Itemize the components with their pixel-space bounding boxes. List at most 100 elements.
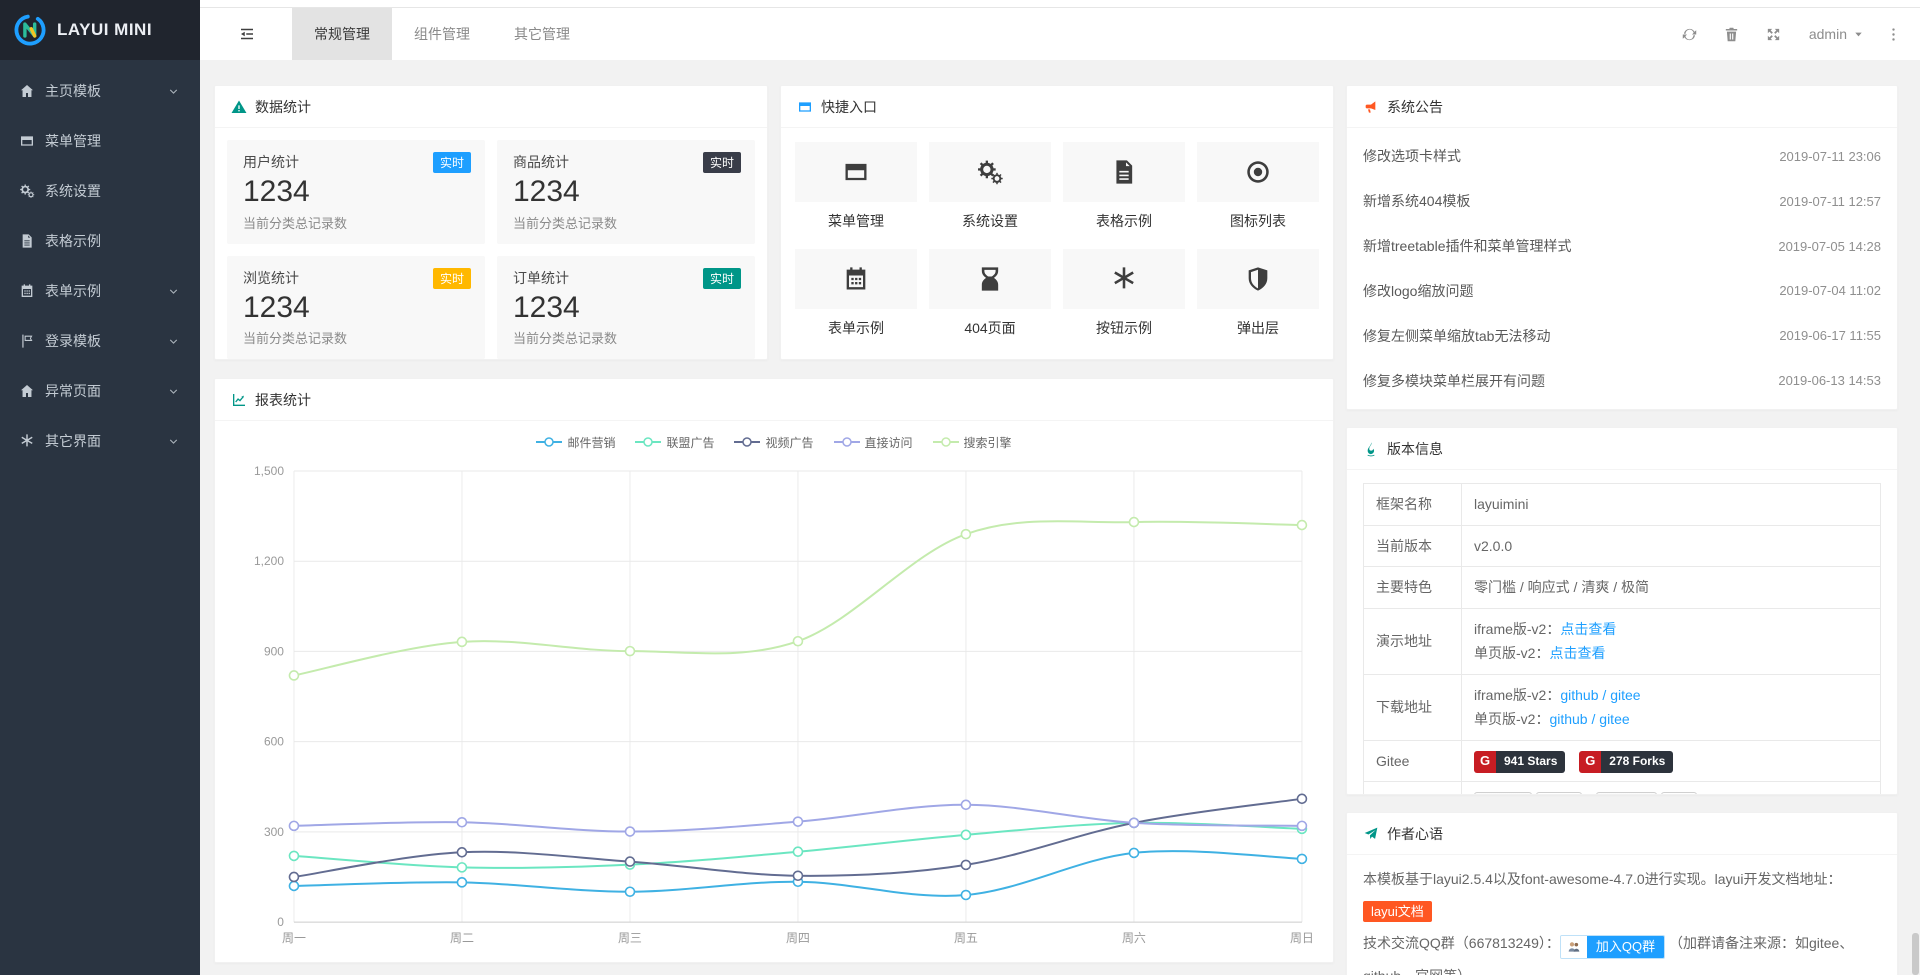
quick-item-1[interactable]: 系统设置 [929,142,1051,231]
download-github-link-1[interactable]: github [1560,687,1598,703]
sidebar-item-4[interactable]: 表单示例 [0,266,200,316]
caret-down-icon [1853,29,1864,40]
stat-value: 1234 [513,173,739,211]
legend-marker [734,436,760,448]
quick-item-6[interactable]: 按钮示例 [1063,249,1185,338]
quick-item-4[interactable]: 表单示例 [795,249,917,338]
sidebar-item-2[interactable]: 系统设置 [0,166,200,216]
qq-group-icon [1561,936,1587,958]
table-row: Gitee G941 Stars G278 Forks [1364,740,1881,782]
dot-circle-icon [1244,158,1272,186]
download-gitee-link-2[interactable]: gitee [1599,711,1629,727]
notice-row-3[interactable]: 修改logo缩放问题2019-07-04 11:02 [1363,281,1881,301]
trash-button[interactable] [1711,26,1753,43]
gitee-icon: G [1474,751,1496,773]
stats-panel-header: 数据统计 [215,86,767,128]
demo-line1-prefix: iframe版-v2： [1474,621,1560,637]
github-fork-count[interactable]: 440 [1661,792,1697,795]
notice-list: 修改选项卡样式2019-07-11 23:06 新增系统404模板2019-07-… [1347,128,1897,409]
svg-text:900: 900 [264,644,284,658]
expand-button[interactable] [1753,26,1795,43]
download-github-link-2[interactable]: github [1549,711,1587,727]
notice-row-1[interactable]: 新增系统404模板2019-07-11 12:57 [1363,191,1881,211]
download-gitee-link-1[interactable]: gitee [1610,687,1640,703]
legend-marker [933,436,959,448]
join-qq-group-button[interactable]: 加入QQ群 [1560,935,1665,959]
gitee-stars-text: 941 Stars [1496,751,1565,773]
sidebar-item-0[interactable]: 主页模板 [0,66,200,116]
quick-item-2[interactable]: 表格示例 [1063,142,1185,231]
sidebar-item-3[interactable]: 表格示例 [0,216,200,266]
quick-item-5[interactable]: 404页面 [929,249,1051,338]
trash-icon [1723,26,1740,43]
dl-line1-prefix: iframe版-v2： [1474,687,1560,703]
tab-0[interactable]: 常规管理 [292,8,392,60]
stat-sublabel: 当前分类总记录数 [243,328,469,347]
sidebar-item-1[interactable]: 菜单管理 [0,116,200,166]
notice-row-5[interactable]: 修复多模块菜单栏展开有问题2019-06-13 14:53 [1363,371,1881,391]
version-label: 当前版本 [1364,525,1462,567]
chevron-down-icon [167,335,180,348]
author-line2-prefix: 技术交流QQ群（667813249）： [1363,935,1560,951]
table-row: 当前版本 v2.0.0 [1364,525,1881,567]
github-star-button[interactable]: Star [1474,792,1532,795]
panel-title: 系统公告 [1387,97,1443,117]
user-menu[interactable]: admin [1795,26,1878,42]
stat-card-3: 订单统计实时1234当前分类总记录数 [497,256,755,360]
legend-item-3[interactable]: 直接访问 [834,434,913,451]
quick-tile [929,249,1051,309]
notice-row-2[interactable]: 新增treetable插件和菜单管理样式2019-07-05 14:28 [1363,236,1881,256]
flag-icon [19,333,35,349]
notice-row-0[interactable]: 修改选项卡样式2019-07-11 23:06 [1363,146,1881,166]
fire-icon [1363,441,1379,457]
sidebar-item-7[interactable]: 其它界面 [0,416,200,466]
chevron-down-icon [167,85,180,98]
line-chart: 03006009001,2001,500周一周二周三周四周五周六周日 [229,457,1319,956]
legend-item-2[interactable]: 视频广告 [734,434,813,451]
hourglass-icon [976,265,1004,293]
more-menu-button[interactable] [1878,26,1908,43]
legend-item-0[interactable]: 邮件营销 [536,434,615,451]
chart-line-icon [231,392,247,408]
legend-item-4[interactable]: 搜索引擎 [933,434,1012,451]
quick-item-0[interactable]: 菜单管理 [795,142,917,231]
legend-label: 视频广告 [765,434,813,451]
chart-legend: 邮件营销 联盟广告 视频广告 直接访问 搜索引擎 [229,427,1319,457]
shield-icon [1244,265,1272,293]
layui-doc-badge[interactable]: layui文档 [1363,901,1432,922]
tab-2[interactable]: 其它管理 [492,8,592,60]
sidebar-item-6[interactable]: 异常页面 [0,366,200,416]
collapse-sidebar-button[interactable] [226,8,268,60]
feature-value: 零门槛 / 响应式 / 清爽 / 极简 [1462,567,1881,609]
quick-item-7[interactable]: 弹出层 [1197,249,1319,338]
calendar-icon [842,265,870,293]
tab-1[interactable]: 组件管理 [392,8,492,60]
gitee-label: Gitee [1364,740,1462,782]
sidebar-item-5[interactable]: 登录模板 [0,316,200,366]
refresh-button[interactable] [1669,26,1711,43]
gitee-forks-badge[interactable]: G278 Forks [1579,751,1673,773]
legend-item-1[interactable]: 联盟广告 [635,434,714,451]
sidebar-item-label: 主页模板 [45,81,167,101]
quick-item-label: 表单示例 [795,318,917,338]
legend-marker [536,436,562,448]
quick-item-3[interactable]: 图标列表 [1197,142,1319,231]
github-star-count[interactable]: 1,419 [1536,792,1582,795]
scrollbar-thumb[interactable] [1912,933,1919,975]
demo-link-single[interactable]: 点击查看 [1549,645,1605,661]
notice-row-4[interactable]: 修复左侧菜单缩放tab无法移动2019-06-17 11:55 [1363,326,1881,346]
svg-text:1,500: 1,500 [254,464,284,478]
app-logo[interactable]: LAYUI MINI [0,0,200,60]
link-separator: / [1599,687,1611,703]
notice-time: 2019-06-13 14:53 [1778,373,1881,388]
stats-panel: 数据统计 用户统计实时1234当前分类总记录数商品统计实时1234当前分类总记录… [214,85,768,360]
quick-item-label: 弹出层 [1197,318,1319,338]
svg-text:周三: 周三 [618,931,642,945]
gitee-stars-badge[interactable]: G941 Stars [1474,751,1565,773]
github-fork-button[interactable]: Fork [1596,792,1657,795]
bullhorn-icon [1363,99,1379,115]
github-star-label: Star [1500,793,1523,795]
gitee-badges: G941 Stars G278 Forks [1462,740,1881,782]
layui-mini-logo-icon [13,13,47,47]
demo-link-iframe[interactable]: 点击查看 [1560,621,1616,637]
